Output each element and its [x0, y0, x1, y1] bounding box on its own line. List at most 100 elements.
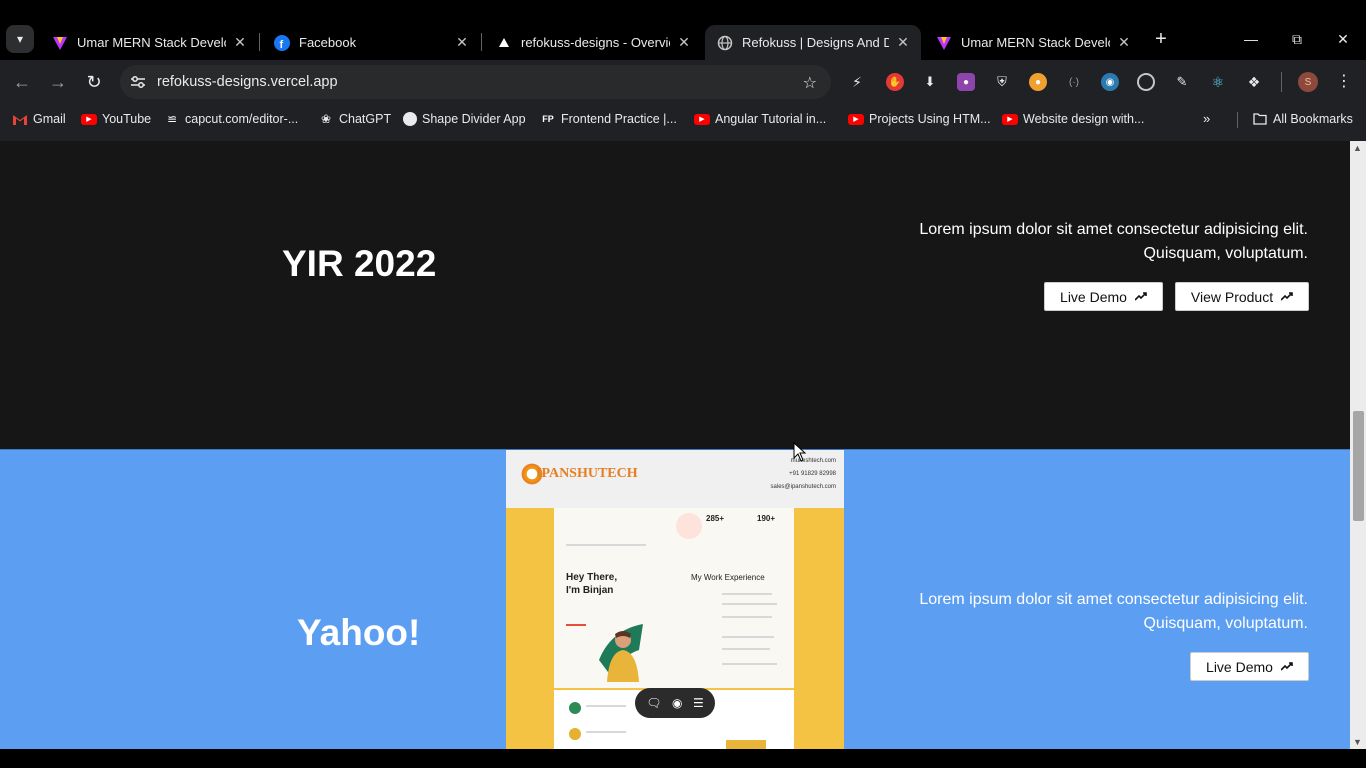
tab-facebook[interactable]: f Facebook ✕: [262, 25, 480, 60]
close-icon[interactable]: ✕: [232, 34, 248, 51]
tab-separator: [481, 33, 482, 51]
shape-divider-icon: [403, 112, 417, 126]
scroll-down-icon[interactable]: ▼: [1353, 737, 1362, 747]
hand-extension-icon[interactable]: ✋: [886, 73, 904, 91]
cookie-extension-icon[interactable]: ●: [1029, 73, 1047, 91]
preview-text-line: [722, 603, 777, 605]
arrow-left-icon: ←: [13, 72, 31, 92]
tab-separator: [259, 33, 260, 51]
project-section-yahoo: Yahoo! IPANSHUTECH mukeshtech.com +91 91…: [0, 449, 1350, 749]
globe-icon: [717, 35, 733, 51]
preview-text-line: [586, 705, 626, 707]
scroll-up-icon[interactable]: ▲: [1353, 143, 1362, 153]
color-extension-icon[interactable]: ●: [957, 73, 975, 91]
floating-preview-toolbar[interactable]: 🗨 ◉ ☰: [635, 688, 715, 718]
more-bookmarks-icon[interactable]: »: [1203, 111, 1210, 126]
preview-greeting: Hey There,: [566, 572, 618, 583]
view-product-button[interactable]: View Product: [1175, 282, 1309, 311]
bookmark-chatgpt[interactable]: ❀ ChatGPT: [318, 110, 391, 128]
preview-stat: 285+: [706, 514, 725, 523]
tab-title: Umar MERN Stack Develope: [961, 35, 1110, 50]
browser-chrome: ▾ Umar MERN Stack Develope ✕ f Facebook …: [0, 0, 1366, 141]
preview-badge: [676, 513, 702, 539]
profile-avatar[interactable]: S: [1298, 72, 1318, 92]
page-scrollbar[interactable]: ▲ ▼: [1350, 141, 1366, 749]
preview-sales-email: sales@ipanshutech.com: [770, 484, 836, 490]
bookmark-star-icon[interactable]: ☆: [803, 73, 817, 93]
tab-vercel-overview[interactable]: refokuss-designs - Overview ✕: [484, 25, 702, 60]
live-demo-button[interactable]: Live Demo: [1044, 282, 1163, 311]
close-icon[interactable]: ✕: [1116, 34, 1132, 51]
forward-button[interactable]: →: [46, 70, 70, 94]
web-extension-icon[interactable]: ◉: [1101, 73, 1119, 91]
close-window-button[interactable]: ✕: [1332, 28, 1354, 50]
back-button[interactable]: ←: [10, 70, 34, 94]
new-tab-button[interactable]: +: [1150, 28, 1172, 50]
record-extension-icon[interactable]: [1137, 73, 1155, 91]
bookmark-label: Projects Using HTM...: [869, 112, 991, 126]
puzzle-extensions-icon[interactable]: ❖: [1245, 73, 1263, 91]
preview-yellow-block: [726, 740, 766, 749]
bookmark-shape-divider[interactable]: Shape Divider App: [403, 110, 526, 128]
download-extension-icon[interactable]: ⬇: [921, 73, 939, 91]
bookmark-capcut[interactable]: ≌ capcut.com/editor-...: [164, 110, 298, 128]
tab-search-button[interactable]: ▾: [6, 25, 34, 53]
vite-logo-icon: [52, 35, 68, 51]
list-menu-icon[interactable]: ☰: [693, 696, 704, 710]
site-settings-icon[interactable]: [130, 74, 146, 90]
trending-arrow-icon: [1280, 290, 1293, 304]
close-icon[interactable]: ✕: [676, 34, 692, 51]
minimize-icon: —: [1244, 31, 1258, 47]
restore-icon: ⧉: [1292, 31, 1302, 47]
preview-service-dot: [569, 728, 581, 740]
preview-text-line: [722, 616, 772, 618]
bookmark-frontend-practice[interactable]: FP Frontend Practice |...: [540, 110, 677, 128]
description-line: Quisquam, voluptatum.: [1143, 615, 1308, 632]
tab-refokuss-active[interactable]: Refokuss | Designs And Dev ✕: [705, 25, 921, 60]
eyedropper-extension-icon[interactable]: ✎: [1173, 73, 1191, 91]
tab-title: Umar MERN Stack Develope: [77, 35, 226, 50]
all-bookmarks-button[interactable]: All Bookmarks: [1252, 110, 1353, 128]
chevron-down-icon: ▾: [16, 32, 24, 46]
preview-text-line: [722, 648, 770, 650]
bookmark-projects-html[interactable]: ▶ Projects Using HTM...: [848, 110, 991, 128]
lightning-extension-icon[interactable]: ⚡: [848, 73, 866, 91]
bookmark-label: Frontend Practice |...: [561, 112, 677, 126]
tab-umar-2[interactable]: Umar MERN Stack Develope ✕: [924, 25, 1142, 60]
live-demo-button[interactable]: Live Demo: [1190, 652, 1309, 681]
tab-umar-1[interactable]: Umar MERN Stack Develope ✕: [40, 25, 258, 60]
all-bookmarks-label: All Bookmarks: [1273, 112, 1353, 126]
close-icon[interactable]: ✕: [895, 34, 911, 51]
preview-person-photo: [591, 620, 651, 682]
youtube-icon: ▶: [81, 113, 97, 125]
bookmark-angular-tutorial[interactable]: ▶ Angular Tutorial in...: [694, 110, 826, 128]
bookmark-website-design[interactable]: ▶ Website design with...: [1002, 110, 1144, 128]
bookmark-label: YouTube: [102, 112, 152, 126]
toggle-icon[interactable]: ◉: [672, 696, 682, 710]
bookmark-youtube[interactable]: ▶ YouTube: [81, 110, 151, 128]
project-title: YIR 2022: [282, 243, 437, 284]
close-icon[interactable]: ✕: [454, 34, 470, 51]
signal-extension-icon[interactable]: (·): [1065, 73, 1083, 91]
scrollbar-thumb[interactable]: [1353, 411, 1364, 521]
shield-extension-icon[interactable]: ⛨: [993, 73, 1011, 91]
bookmark-gmail[interactable]: Gmail: [12, 110, 66, 128]
preview-text-line: [722, 593, 772, 595]
address-bar[interactable]: refokuss-designs.vercel.app ☆: [120, 65, 831, 99]
chatgpt-icon: ❀: [320, 112, 332, 126]
kebab-menu-icon[interactable]: ⋮: [1336, 71, 1352, 91]
project-title: Yahoo!: [297, 612, 421, 653]
preview-text-line: [722, 636, 774, 638]
tab-title: refokuss-designs - Overview: [521, 35, 670, 50]
description-line: Lorem ipsum dolor sit amet consectetur a…: [919, 221, 1308, 238]
reload-button[interactable]: ↻: [82, 70, 106, 94]
restore-button[interactable]: ⧉: [1286, 28, 1308, 50]
bookmark-label: Gmail: [33, 112, 66, 126]
youtube-icon: ▶: [848, 113, 864, 125]
folder-icon: [1252, 111, 1268, 127]
button-label: Live Demo: [1206, 658, 1273, 675]
react-devtools-icon[interactable]: ⚛: [1209, 73, 1227, 91]
comment-icon[interactable]: 🗨: [646, 696, 661, 710]
trending-arrow-icon: [1280, 660, 1293, 674]
minimize-button[interactable]: —: [1240, 28, 1262, 50]
